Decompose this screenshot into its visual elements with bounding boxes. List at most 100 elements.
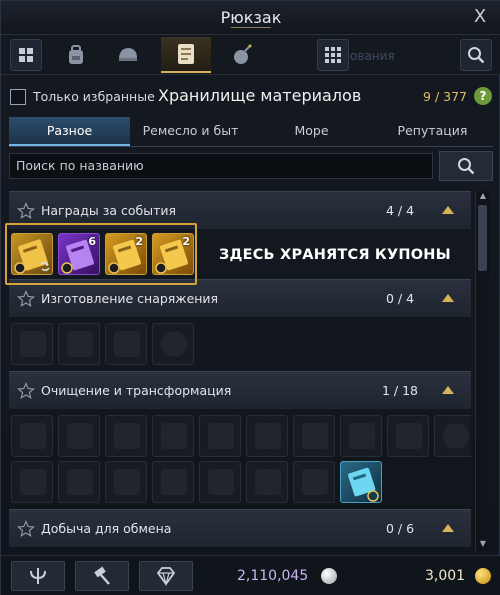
locked-item-icon	[161, 331, 187, 357]
tab-sea[interactable]: Море	[251, 117, 372, 146]
bottom-bar: 2,110,045 3,001	[1, 555, 500, 595]
scrollbar[interactable]: ▲ ▼	[475, 191, 489, 551]
locked-item-icon	[114, 423, 140, 449]
search-icon	[458, 158, 475, 175]
help-icon[interactable]: ?	[474, 87, 492, 105]
category-count: 4 / 4	[385, 203, 415, 218]
locked-item-icon	[67, 331, 93, 357]
category-header[interactable]: Добыча для обмена 0 / 6	[9, 509, 471, 547]
star-icon[interactable]	[17, 202, 35, 220]
grid-icon	[19, 48, 33, 62]
item-slot[interactable]	[199, 415, 241, 457]
item-slot[interactable]	[152, 323, 194, 365]
tab-reputation[interactable]: Репутация	[372, 117, 493, 146]
favorites-checkbox[interactable]	[10, 89, 26, 105]
title-bar: Рюкзак X	[1, 1, 500, 35]
storage-count: 9 / 377	[423, 89, 467, 104]
item-slot[interactable]	[246, 415, 288, 457]
locked-item-icon	[161, 469, 187, 495]
locked-item-icon	[67, 469, 93, 495]
scroll-down-icon[interactable]: ▼	[477, 539, 489, 551]
filter-row: Только избранные Хранилище материалов 9 …	[1, 79, 500, 115]
locked-item-icon	[20, 469, 46, 495]
silver-coin-icon	[321, 568, 337, 584]
item-slot[interactable]	[152, 461, 194, 503]
locked-item-icon	[20, 331, 46, 357]
category-header[interactable]: Очищение и трансформация 1 / 18	[9, 371, 471, 409]
locked-item-icon	[67, 423, 93, 449]
collapse-arrow-icon[interactable]	[441, 522, 455, 534]
locked-item-icon	[114, 331, 140, 357]
item-slot[interactable]	[340, 461, 382, 503]
item-slot[interactable]	[152, 415, 194, 457]
top-search-button[interactable]	[460, 39, 492, 71]
tab-inventory[interactable]	[51, 37, 101, 73]
close-button[interactable]: X	[469, 6, 491, 28]
tab-misc[interactable]: Разное	[9, 117, 130, 146]
tab-material-storage[interactable]	[161, 37, 211, 73]
item-slot[interactable]	[105, 415, 147, 457]
collapse-arrow-icon[interactable]	[441, 204, 455, 216]
blue-coupon-icon	[348, 467, 379, 502]
backpack-window: Рюкзак X ..бования Только избранные Хран…	[0, 0, 500, 595]
locked-item-icon	[255, 469, 281, 495]
tab-crafting[interactable]: Ремесло и быт	[130, 117, 251, 146]
scroll-up-icon[interactable]: ▲	[477, 191, 489, 203]
hammer-button[interactable]	[75, 561, 129, 591]
backpack-icon	[69, 45, 83, 64]
item-slot[interactable]	[11, 461, 53, 503]
item-slot[interactable]	[58, 415, 100, 457]
item-slot[interactable]	[58, 461, 100, 503]
category-count: 0 / 4	[385, 291, 415, 306]
category-name: Добыча для обмена	[41, 521, 172, 536]
item-slot[interactable]	[11, 415, 53, 457]
grid-menu-button[interactable]	[10, 39, 42, 71]
search-input[interactable]: Поиск по названию	[9, 153, 433, 179]
tab-consumables[interactable]	[217, 37, 267, 73]
collapse-arrow-icon[interactable]	[441, 384, 455, 396]
item-slot[interactable]	[293, 461, 335, 503]
item-slot[interactable]	[293, 415, 335, 457]
item-slot[interactable]	[246, 461, 288, 503]
trident-button[interactable]	[11, 561, 65, 591]
category-items	[9, 317, 471, 371]
view-toggle-button[interactable]	[317, 39, 349, 71]
scroll-thumb[interactable]	[478, 205, 487, 271]
star-icon[interactable]	[17, 520, 35, 538]
panel-title: Хранилище материалов	[158, 86, 362, 105]
category-tabs: Разное Ремесло и быт Море Репутация	[9, 117, 493, 147]
trident-icon	[30, 568, 46, 584]
item-slot[interactable]	[199, 461, 241, 503]
category-name: Изготовление снаряжения	[41, 291, 219, 306]
gem-icon	[156, 567, 176, 587]
item-slot[interactable]	[58, 323, 100, 365]
gem-button[interactable]	[139, 561, 193, 591]
locked-item-icon	[349, 423, 375, 449]
gold-amount: 3,001	[425, 568, 466, 584]
favorites-label: Только избранные	[33, 89, 155, 104]
search-icon	[468, 47, 485, 64]
collapse-arrow-icon[interactable]	[441, 292, 455, 304]
locked-item-icon	[161, 423, 187, 449]
item-slot[interactable]	[434, 415, 471, 457]
item-slot[interactable]	[387, 415, 429, 457]
category-name: Очищение и трансформация	[41, 383, 232, 398]
coupon-highlight-frame	[5, 223, 197, 285]
locked-item-icon	[302, 423, 328, 449]
category-name: Награды за события	[41, 203, 177, 218]
item-slot[interactable]	[11, 323, 53, 365]
star-icon[interactable]	[17, 382, 35, 400]
item-slot[interactable]	[105, 323, 147, 365]
star-icon[interactable]	[17, 290, 35, 308]
locked-item-icon	[20, 423, 46, 449]
search-button[interactable]	[439, 151, 493, 181]
locked-item-icon	[255, 423, 281, 449]
tab-equipment[interactable]	[103, 37, 153, 73]
item-slot[interactable]	[340, 415, 382, 457]
window-title: Рюкзак	[220, 8, 282, 27]
coupon-annotation: ЗДЕСЬ ХРАНЯТСЯ КУПОНЫ	[219, 247, 451, 263]
grid-view-icon	[325, 47, 341, 63]
top-toolbar: ..бования	[1, 35, 500, 75]
item-slot[interactable]	[105, 461, 147, 503]
gold-coin-icon	[475, 568, 491, 584]
